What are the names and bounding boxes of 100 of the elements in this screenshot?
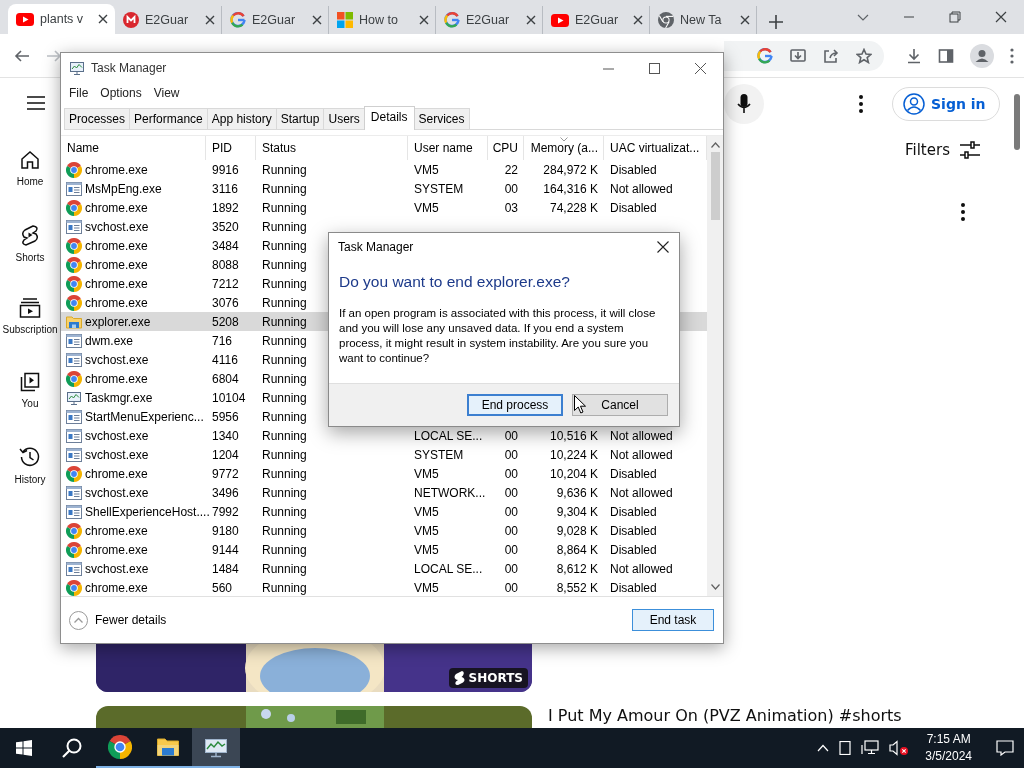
process-name: chrome.exe bbox=[85, 295, 148, 310]
table-cell-text: VM5 bbox=[413, 523, 439, 538]
process-name: chrome.exe bbox=[85, 238, 148, 253]
table-cell-text: 284,972 K bbox=[543, 162, 599, 177]
process-name: chrome.exe bbox=[85, 200, 148, 215]
table-cell-text: Running bbox=[261, 447, 307, 462]
process-name: svchost.exe bbox=[85, 428, 149, 443]
table-cell-text: Running bbox=[261, 200, 307, 215]
table-cell-text: Disabled bbox=[609, 542, 657, 557]
table-cell-text: 9772 bbox=[211, 466, 239, 481]
table-cell-text: SYSTEM bbox=[413, 447, 464, 462]
table-cell-text: 5208 bbox=[211, 314, 239, 329]
process-name: svchost.exe bbox=[85, 447, 149, 462]
dialog-title: Task Manager bbox=[338, 240, 414, 254]
table-cell-text: Disabled bbox=[609, 580, 657, 595]
dialog-heading: Do you want to end explorer.exe? bbox=[339, 273, 571, 291]
table-cell-text: 00 bbox=[504, 580, 519, 595]
table-cell-text: 9,636 K bbox=[556, 485, 599, 500]
table-cell-text: Running bbox=[261, 485, 307, 500]
process-name: chrome.exe bbox=[85, 580, 148, 595]
dialog-message: If an open program is associated with this process, it will close and you will lose any unsaved data. If you end a system process, it might result in system instability. Are you sure you want to continue? bbox=[339, 306, 657, 366]
table-cell-text: 8,612 K bbox=[556, 561, 599, 576]
table-cell-text: 9,028 K bbox=[556, 523, 599, 538]
table-cell-text: Disabled bbox=[609, 200, 657, 215]
table-cell-text: Running bbox=[261, 523, 307, 538]
process-name: MsMpEng.exe bbox=[85, 181, 162, 196]
table-cell-text: Disabled bbox=[609, 162, 657, 177]
table-cell-text: Disabled bbox=[609, 523, 657, 538]
table-cell-text: 560 bbox=[211, 580, 233, 595]
table-cell-text: NETWORK... bbox=[413, 485, 486, 500]
table-cell-text: 00 bbox=[504, 504, 519, 519]
process-name: chrome.exe bbox=[85, 162, 148, 177]
table-cell-text: Running bbox=[261, 390, 307, 405]
table-cell-text: VM5 bbox=[413, 580, 439, 595]
table-cell-text: VM5 bbox=[413, 542, 439, 557]
table-cell-text: 7212 bbox=[211, 276, 239, 291]
process-name: chrome.exe bbox=[85, 276, 148, 291]
table-cell-text: 03 bbox=[504, 200, 519, 215]
process-name: Taskmgr.exe bbox=[85, 390, 153, 405]
table-cell-text: 6804 bbox=[211, 371, 239, 386]
process-name: chrome.exe bbox=[85, 257, 148, 272]
table-cell-text: 00 bbox=[504, 466, 519, 481]
table-cell-text: 00 bbox=[504, 181, 519, 196]
table-cell-text: Disabled bbox=[609, 466, 657, 481]
table-cell-text: Running bbox=[261, 219, 307, 234]
table-cell-text: 9144 bbox=[211, 542, 239, 557]
table-cell-text: 716 bbox=[211, 333, 233, 348]
table-cell-text: Not allowed bbox=[609, 447, 673, 462]
table-cell-text: 00 bbox=[504, 523, 519, 538]
table-cell-text: 00 bbox=[504, 485, 519, 500]
process-name: chrome.exe bbox=[85, 371, 148, 386]
shorts-badge: SHORTS bbox=[448, 668, 528, 688]
table-cell-text: 1892 bbox=[211, 200, 239, 215]
process-name: dwm.exe bbox=[85, 333, 134, 348]
process-name: svchost.exe bbox=[85, 561, 149, 576]
table-cell-text: 00 bbox=[504, 542, 519, 557]
table-cell-text: 74,228 K bbox=[549, 200, 599, 215]
table-cell-text: 1484 bbox=[211, 561, 239, 576]
process-name: StartMenuExperienc... bbox=[85, 409, 204, 424]
table-cell-text: 8,552 K bbox=[556, 580, 599, 595]
table-cell-text: Running bbox=[261, 238, 307, 253]
table-cell-text: 10104 bbox=[211, 390, 246, 405]
table-cell-text: 3496 bbox=[211, 485, 239, 500]
table-cell-text: 8,864 K bbox=[556, 542, 599, 557]
table-cell-text: Running bbox=[261, 162, 307, 177]
table-cell-text: 4116 bbox=[211, 352, 238, 367]
table-cell-text: Running bbox=[261, 257, 307, 272]
process-name: svchost.exe bbox=[85, 219, 149, 234]
table-cell-text: 9180 bbox=[211, 523, 239, 538]
table-cell-text: Running bbox=[261, 466, 307, 481]
table-cell-text: Running bbox=[261, 561, 307, 576]
table-cell-text: LOCAL SE... bbox=[413, 428, 483, 443]
table-cell-text: 00 bbox=[504, 447, 519, 462]
table-cell-text: VM5 bbox=[413, 200, 439, 215]
process-name: chrome.exe bbox=[85, 466, 148, 481]
table-cell-text: Running bbox=[261, 352, 307, 367]
table-cell-text: 00 bbox=[504, 561, 519, 576]
table-cell-text: 9,304 K bbox=[556, 504, 599, 519]
table-cell-text: Not allowed bbox=[609, 561, 673, 576]
table-cell-text: VM5 bbox=[413, 466, 439, 481]
table-cell-text: Running bbox=[261, 371, 307, 386]
process-name: chrome.exe bbox=[85, 542, 148, 557]
process-name: svchost.exe bbox=[85, 352, 149, 367]
table-cell-text: Running bbox=[261, 181, 307, 196]
window-title: Task Manager bbox=[91, 61, 167, 75]
process-name: svchost.exe bbox=[85, 485, 149, 500]
table-cell-text: Running bbox=[261, 542, 307, 557]
table-cell-text: 3116 bbox=[211, 181, 238, 196]
table-cell-text: LOCAL SE... bbox=[413, 561, 483, 576]
table-cell-text: 00 bbox=[504, 428, 519, 443]
process-name: ShellExperienceHost.... bbox=[85, 504, 210, 519]
table-cell-text: 10,516 K bbox=[549, 428, 599, 443]
table-cell-text: Running bbox=[261, 314, 307, 329]
table-cell-text: 8088 bbox=[211, 257, 239, 272]
table-cell-text: 1204 bbox=[211, 447, 239, 462]
table-cell-text: Not allowed bbox=[609, 428, 673, 443]
table-cell-text: SYSTEM bbox=[413, 181, 464, 196]
table-cell-text: Not allowed bbox=[609, 181, 673, 196]
table-cell-text: VM5 bbox=[413, 162, 439, 177]
table-cell-text: 10,204 K bbox=[549, 466, 599, 481]
